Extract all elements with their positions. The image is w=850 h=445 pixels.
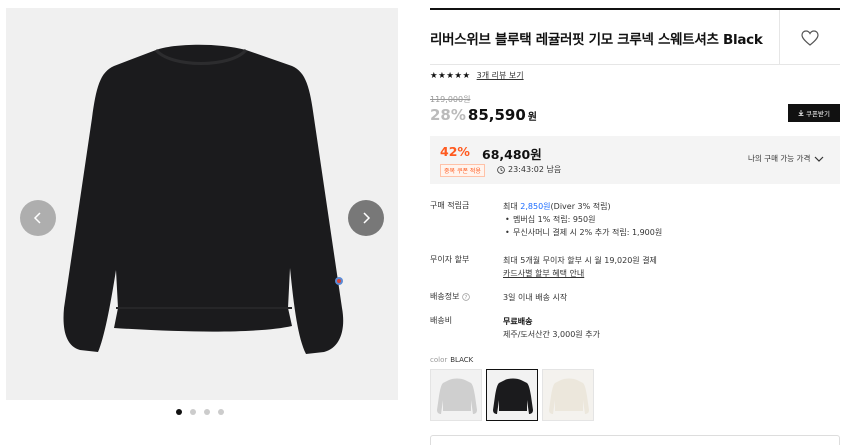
- rating-stars: ★★★★★: [430, 70, 471, 81]
- points-suffix: (Diver 3% 적립): [550, 202, 611, 211]
- black-sweater-thumbnail: [487, 370, 537, 420]
- points-info: 구매 적립금 최대 2,850원(Diver 3% 적립) 멤버십 1% 적립:…: [430, 200, 840, 240]
- product-image-gallery[interactable]: [6, 8, 398, 400]
- coupon-button-label: 쿠폰받기: [806, 110, 830, 118]
- option-select[interactable]: [430, 435, 840, 445]
- color-label: color BLACK: [430, 356, 473, 364]
- svg-text:?: ?: [465, 295, 468, 301]
- my-price-toggle[interactable]: 나의 구매 가능 가격: [748, 153, 824, 164]
- color-option-ivory[interactable]: [542, 369, 594, 421]
- pagination-dot[interactable]: [218, 409, 224, 415]
- points-value: 최대 2,850원(Diver 3% 적립) 멤버십 1% 적립: 950원 무…: [503, 200, 823, 239]
- points-amount: 2,850원: [520, 202, 551, 211]
- best-price: 68,480원: [482, 147, 542, 162]
- title-row: 리버스위브 블루택 레귤러핏 기모 크루넥 스웨트셔츠 Black: [430, 10, 840, 65]
- installment-benefit-link[interactable]: 카드사별 할부 혜택 안내: [503, 267, 823, 280]
- points-prefix: 최대: [503, 202, 521, 211]
- clock-icon: [497, 165, 505, 174]
- shipping-fee-value: 무료배송 제주/도서산간 3,000원 추가: [503, 315, 823, 341]
- color-option-gray[interactable]: [430, 369, 482, 421]
- countdown-timer: 23:43:02 남음: [497, 164, 561, 175]
- shipping-fee-label: 배송비: [430, 316, 453, 325]
- chevron-right-icon: [363, 212, 371, 224]
- chevron-down-icon: [814, 156, 824, 162]
- download-icon: [798, 110, 804, 116]
- sale-price-unit: 원: [527, 112, 537, 123]
- shipping-fee: 배송비 무료배송 제주/도서산간 3,000원 추가: [430, 315, 840, 343]
- pagination-dot[interactable]: [204, 409, 210, 415]
- review-link[interactable]: 3개 리뷰 보기: [477, 70, 524, 81]
- points-bullet-money: 무신사머니 결제 시 2% 추가 적립: 1,900원: [503, 226, 823, 239]
- installment-label: 무이자 할부: [430, 255, 470, 264]
- ivory-sweater-thumbnail: [543, 370, 593, 420]
- chevron-left-icon: [33, 212, 41, 224]
- shipping-info-key: 배송정보 ?: [430, 291, 500, 302]
- installment-value: 최대 5개월 무이자 할부 시 월 19,020원 결제 카드사별 할부 혜택 …: [503, 254, 823, 280]
- sale-price: 85,590: [467, 106, 526, 124]
- rating-row: ★★★★★ 3개 리뷰 보기: [430, 70, 524, 81]
- installment-text: 최대 5개월 무이자 할부 시 월 19,020원 결제: [503, 256, 657, 265]
- price-row: 28% 85,590 원: [430, 106, 537, 124]
- color-value: BLACK: [450, 356, 474, 364]
- installment-info: 무이자 할부 최대 5개월 무이자 할부 시 월 19,020원 결제 카드사별…: [430, 254, 840, 282]
- pagination-dot[interactable]: [190, 409, 196, 415]
- color-swatches: [430, 369, 594, 421]
- shipping-info-value: 3일 이내 배송 시작: [503, 293, 568, 302]
- my-price-label: 나의 구매 가능 가격: [748, 154, 811, 163]
- gray-sweater-thumbnail: [431, 370, 481, 420]
- free-shipping: 무료배송: [503, 317, 533, 326]
- heart-icon: [801, 29, 819, 46]
- color-key: color: [430, 356, 448, 364]
- best-price-box: 42% 68,480원 중복 쿠폰 적용 23:43:02 남음 나의 구매 가…: [430, 136, 840, 184]
- coupon-download-button[interactable]: 쿠폰받기: [788, 104, 840, 122]
- points-bullet-membership: 멤버십 1% 적립: 950원: [503, 213, 823, 226]
- like-button[interactable]: [779, 10, 840, 65]
- product-info-panel: 리버스위브 블루택 레귤러핏 기모 크루넥 스웨트셔츠 Black ★★★★★ …: [430, 8, 840, 445]
- pagination-dot[interactable]: [176, 409, 182, 415]
- coupon-stack-badge: 중복 쿠폰 적용: [440, 164, 485, 177]
- shipping-info-label: 배송정보: [430, 292, 460, 301]
- shipping-fee-extra: 제주/도서산간 3,000원 추가: [503, 330, 600, 339]
- discount-rate: 28%: [430, 106, 466, 124]
- shipping-info: 배송정보 ? 3일 이내 배송 시작: [430, 291, 840, 305]
- original-price: 119,000원: [430, 95, 471, 104]
- product-main-image: [63, 44, 344, 354]
- next-image-button[interactable]: [348, 200, 384, 236]
- gallery-pagination: [176, 409, 224, 415]
- prev-image-button[interactable]: [20, 200, 56, 236]
- points-label: 구매 적립금: [430, 201, 470, 210]
- best-discount-rate: 42%: [440, 144, 470, 159]
- countdown-text: 23:43:02 남음: [508, 165, 562, 174]
- help-icon[interactable]: ?: [462, 292, 471, 301]
- product-title: 리버스위브 블루택 레귤러핏 기모 크루넥 스웨트셔츠 Black: [430, 32, 763, 48]
- color-option-black[interactable]: [486, 369, 538, 421]
